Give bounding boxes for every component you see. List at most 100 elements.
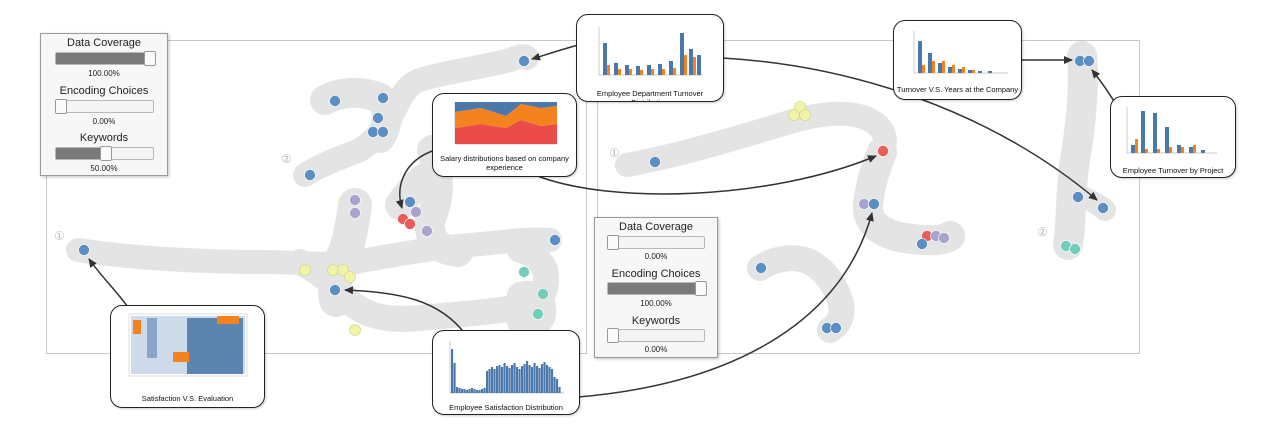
- node-yellow[interactable]: [327, 264, 339, 276]
- histogram-bar: [543, 362, 546, 393]
- slider-value: 100.00%: [640, 299, 672, 308]
- node-blue[interactable]: [1083, 55, 1095, 67]
- data-coverage-slider[interactable]: [55, 51, 157, 66]
- node-purple[interactable]: [349, 207, 361, 219]
- project-count-card[interactable]: Employee Turnover by Project Count: [1110, 96, 1236, 178]
- satisfaction-evaluation-card[interactable]: Satisfaction V.S. Evaluation: [110, 305, 265, 408]
- node-blue[interactable]: [78, 244, 90, 256]
- department-chart-thumbnail: [585, 19, 715, 83]
- histogram-bar: [528, 365, 531, 393]
- slider-thumb[interactable]: [606, 328, 619, 343]
- histogram-bar: [556, 379, 559, 393]
- encoding-choices-slider[interactable]: [607, 281, 708, 296]
- node-blue[interactable]: [868, 198, 880, 210]
- histogram-bar: [531, 367, 534, 393]
- slider-fill: [56, 148, 105, 159]
- slider-thumb[interactable]: [606, 235, 619, 250]
- slider-value: 0.00%: [644, 345, 668, 354]
- right-label-1: ①: [609, 146, 620, 160]
- card-caption: Salary distributions based on company ex…: [440, 154, 569, 172]
- salary-chart-thumbnail: [454, 102, 557, 145]
- histogram-bar: [511, 365, 514, 393]
- node-purple[interactable]: [410, 206, 422, 218]
- node-yellow[interactable]: [349, 324, 361, 336]
- left-control-box: Data Coverage 100.00% Encoding Choices 0…: [40, 33, 168, 176]
- node-yellow[interactable]: [799, 109, 811, 121]
- card-caption: Turnover V.S. Years at the Company: [896, 85, 1019, 94]
- slider-fill: [608, 283, 704, 294]
- node-blue[interactable]: [329, 284, 341, 296]
- keywords-slider[interactable]: [55, 146, 154, 161]
- node-blue[interactable]: [755, 262, 767, 274]
- slider-title: Encoding Choices: [611, 268, 701, 280]
- figure-stage: ① ② ① ② Data Coverage 100.00% Encoding C…: [0, 0, 1262, 426]
- node-blue[interactable]: [377, 126, 389, 138]
- salary-distribution-card[interactable]: Salary distributions based on company ex…: [432, 93, 577, 177]
- node-blue[interactable]: [372, 112, 384, 124]
- cluster-blob: [615, 101, 897, 177]
- histogram-bar: [478, 390, 481, 393]
- node-purple[interactable]: [349, 194, 361, 206]
- node-blue[interactable]: [830, 322, 842, 334]
- node-blue[interactable]: [916, 238, 928, 250]
- histogram-bar: [453, 363, 456, 393]
- slider-thumb[interactable]: [144, 51, 157, 66]
- node-teal[interactable]: [518, 266, 530, 278]
- department-turnover-card[interactable]: Employee Department Turnover Distributio…: [576, 14, 724, 102]
- node-teal[interactable]: [1069, 243, 1081, 255]
- node-purple[interactable]: [421, 225, 433, 237]
- node-purple[interactable]: [938, 232, 950, 244]
- node-blue[interactable]: [1072, 191, 1084, 203]
- node-purple[interactable]: [858, 198, 870, 210]
- node-blue[interactable]: [518, 55, 530, 67]
- node-blue[interactable]: [304, 169, 316, 181]
- keywords-slider[interactable]: [606, 328, 705, 343]
- node-yellow[interactable]: [344, 271, 356, 283]
- histogram-bar: [533, 363, 536, 393]
- years-chart-thumbnail: [913, 31, 1008, 74]
- node-blue[interactable]: [549, 234, 561, 246]
- histogram-bar: [548, 367, 551, 393]
- left-label-2: ②: [281, 152, 292, 166]
- histogram-bar: [451, 349, 454, 393]
- histogram-bar: [521, 366, 524, 393]
- histogram-bar: [553, 377, 556, 393]
- node-teal[interactable]: [537, 288, 549, 300]
- right-control-box: Data Coverage 0.00% Encoding Choices 100…: [594, 217, 718, 358]
- left-label-1: ①: [54, 229, 65, 243]
- node-blue[interactable]: [404, 196, 416, 208]
- years-at-company-card[interactable]: Turnover V.S. Years at the Company: [893, 20, 1022, 100]
- node-blue[interactable]: [367, 126, 379, 138]
- slider-thumb[interactable]: [99, 146, 112, 161]
- slider-thumb[interactable]: [54, 99, 67, 114]
- data-coverage-slider[interactable]: [606, 235, 705, 250]
- histogram-bar: [461, 389, 464, 393]
- slider-title: Data Coverage: [67, 37, 141, 49]
- histogram-bar: [483, 388, 486, 393]
- histogram-bar: [496, 366, 499, 393]
- slider-value: 0.00%: [92, 117, 116, 126]
- node-yellow[interactable]: [788, 109, 800, 121]
- histogram-bar: [558, 387, 561, 393]
- node-yellow[interactable]: [299, 264, 311, 276]
- encoding-choices-slider[interactable]: [54, 99, 154, 114]
- node-blue[interactable]: [377, 92, 389, 104]
- node-blue[interactable]: [329, 95, 341, 107]
- histogram-bar: [536, 366, 539, 393]
- project-chart-thumbnail: [1126, 107, 1217, 154]
- node-teal[interactable]: [532, 308, 544, 320]
- slider-title: Data Coverage: [619, 221, 693, 233]
- node-red[interactable]: [877, 145, 889, 157]
- node-blue[interactable]: [649, 156, 661, 168]
- node-blue[interactable]: [1097, 202, 1109, 214]
- histogram-bar: [458, 388, 461, 393]
- node-red[interactable]: [404, 218, 416, 230]
- cluster-blob: [1053, 41, 1098, 260]
- slider-fill: [56, 53, 153, 64]
- right-label-2: ②: [1037, 225, 1048, 239]
- slider-thumb[interactable]: [695, 281, 708, 296]
- histogram-bar: [486, 371, 489, 393]
- histogram-bar: [541, 364, 544, 393]
- satisfaction-distribution-card[interactable]: Employee Satisfaction Distribution: [432, 330, 580, 415]
- histogram-bar: [493, 369, 496, 393]
